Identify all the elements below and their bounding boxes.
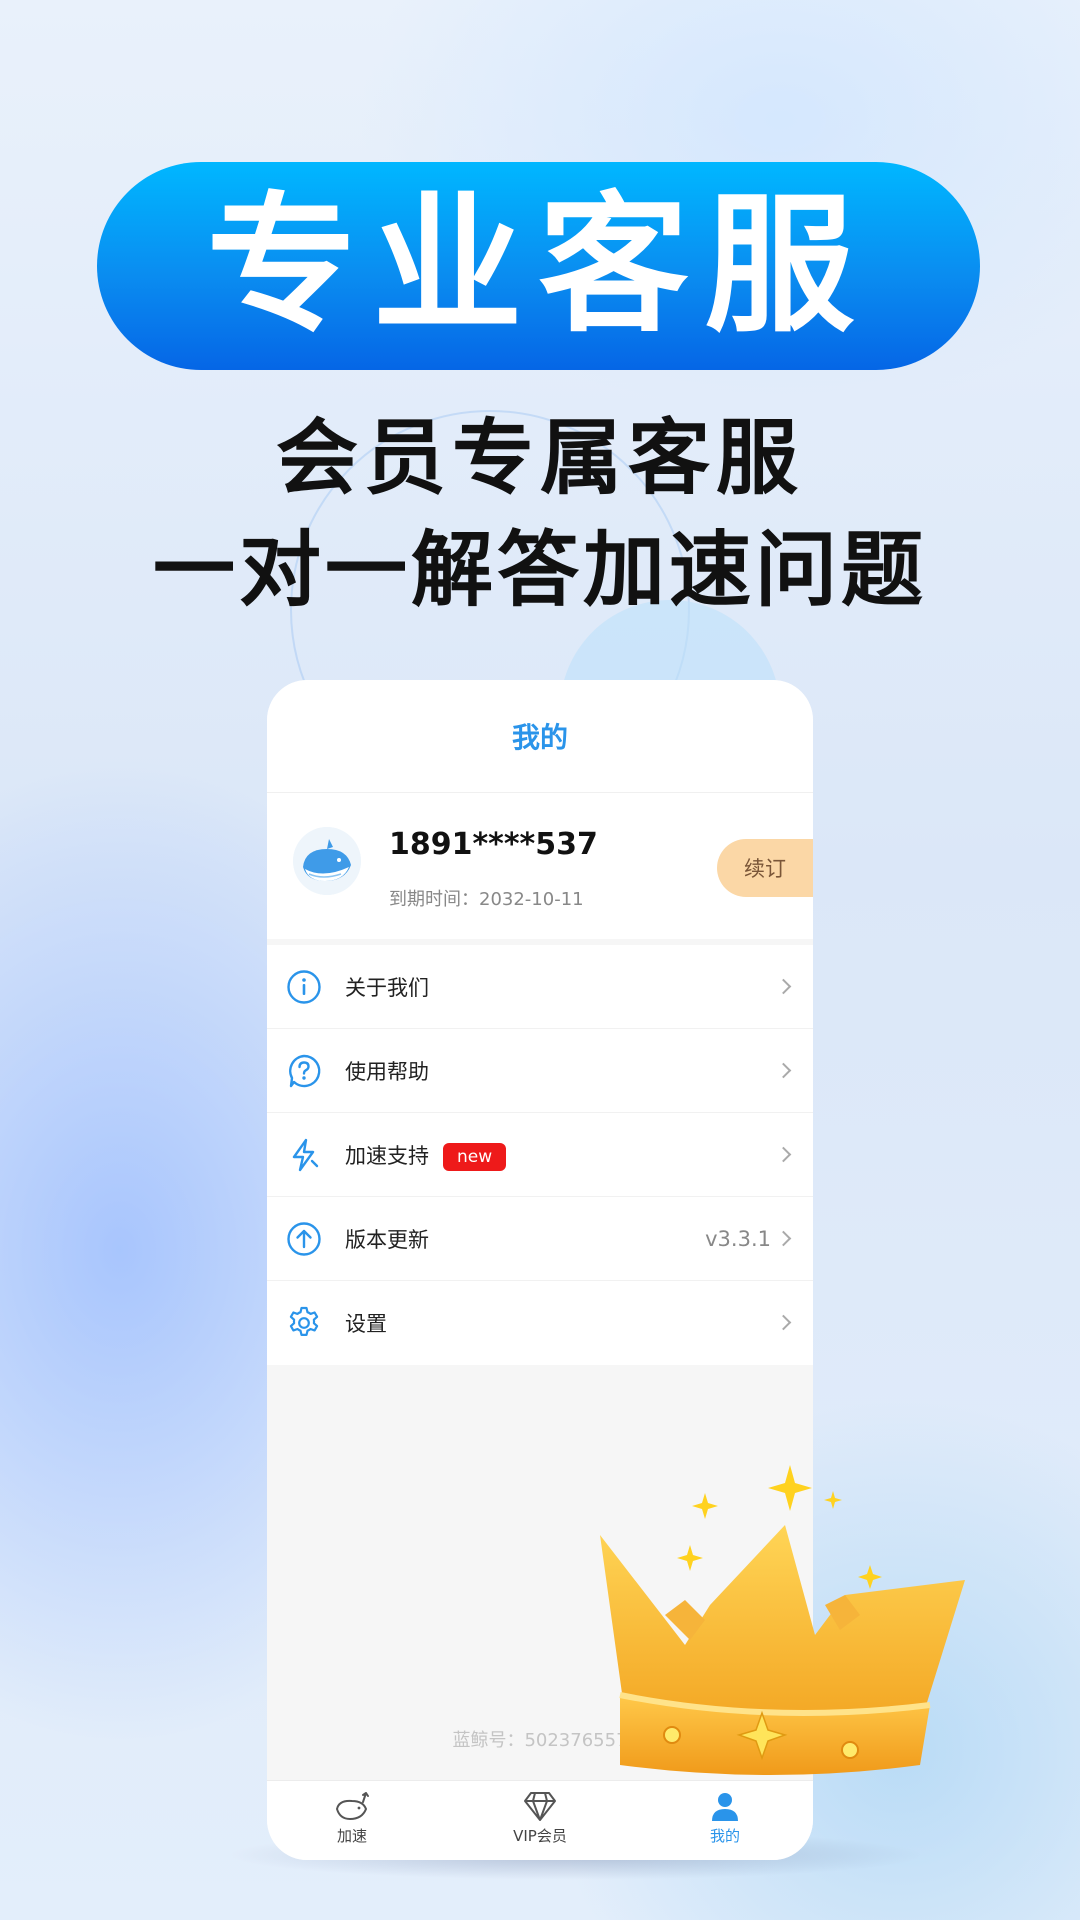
- tab-speed[interactable]: 加速: [292, 1789, 412, 1846]
- user-phone: 1891****537: [389, 827, 598, 862]
- subtitle-line-1: 会员专属客服: [275, 411, 804, 506]
- menu-label: 使用帮助: [345, 1059, 429, 1084]
- menu-item-version-update[interactable]: 版本更新 v3.3.1: [267, 1197, 813, 1281]
- tab-label: 加速: [336, 1827, 367, 1845]
- tab-label: VIP会员: [513, 1827, 567, 1845]
- menu-label: 设置: [345, 1312, 387, 1336]
- info-icon: [287, 970, 321, 1004]
- new-badge: new: [443, 1143, 507, 1171]
- chevron-right-icon: [775, 1062, 792, 1079]
- menu-item-speed-support[interactable]: 加速支持 new: [267, 1113, 813, 1197]
- chevron-right-icon: [775, 978, 792, 995]
- whale-avatar-icon: [293, 827, 361, 895]
- whale-icon: [335, 1792, 369, 1821]
- renew-button[interactable]: 续订: [717, 839, 813, 897]
- version-value: v3.3.1: [705, 1226, 771, 1251]
- expire-date: 到期时间：2032-10-11: [389, 889, 584, 910]
- page-title: 我的: [511, 721, 568, 754]
- help-icon: [289, 1054, 321, 1088]
- tab-vip[interactable]: VIP会员: [480, 1789, 600, 1846]
- lightning-icon: [292, 1138, 319, 1172]
- menu-label: 关于我们: [345, 975, 429, 1000]
- menu-label: 加速支持: [345, 1143, 429, 1168]
- avatar[interactable]: [293, 827, 361, 895]
- app-header: 我的: [267, 680, 813, 793]
- chevron-right-icon: [775, 1314, 792, 1331]
- menu-item-about[interactable]: 关于我们: [267, 945, 813, 1029]
- menu-item-settings[interactable]: 设置: [267, 1281, 813, 1365]
- gear-icon: [289, 1306, 319, 1336]
- profile-card: 1891****537 到期时间：2032-10-11 续订: [267, 793, 813, 939]
- crown-illustration: [600, 1465, 965, 1775]
- diamond-icon: [524, 1792, 556, 1821]
- chevron-right-icon: [775, 1146, 792, 1163]
- hero-title: 专业客服: [206, 179, 871, 353]
- hero-banner: 专业客服: [97, 162, 980, 370]
- menu-item-help[interactable]: 使用帮助: [267, 1029, 813, 1113]
- menu-label: 版本更新: [345, 1227, 429, 1252]
- upload-icon: [287, 1222, 321, 1256]
- chevron-right-icon: [775, 1230, 792, 1247]
- subtitle-line-2: 一对一解答加速问题: [152, 523, 927, 618]
- settings-menu: 关于我们 使用帮助 加速支持 new 版本更新 v3.3.1 设置: [267, 945, 813, 1365]
